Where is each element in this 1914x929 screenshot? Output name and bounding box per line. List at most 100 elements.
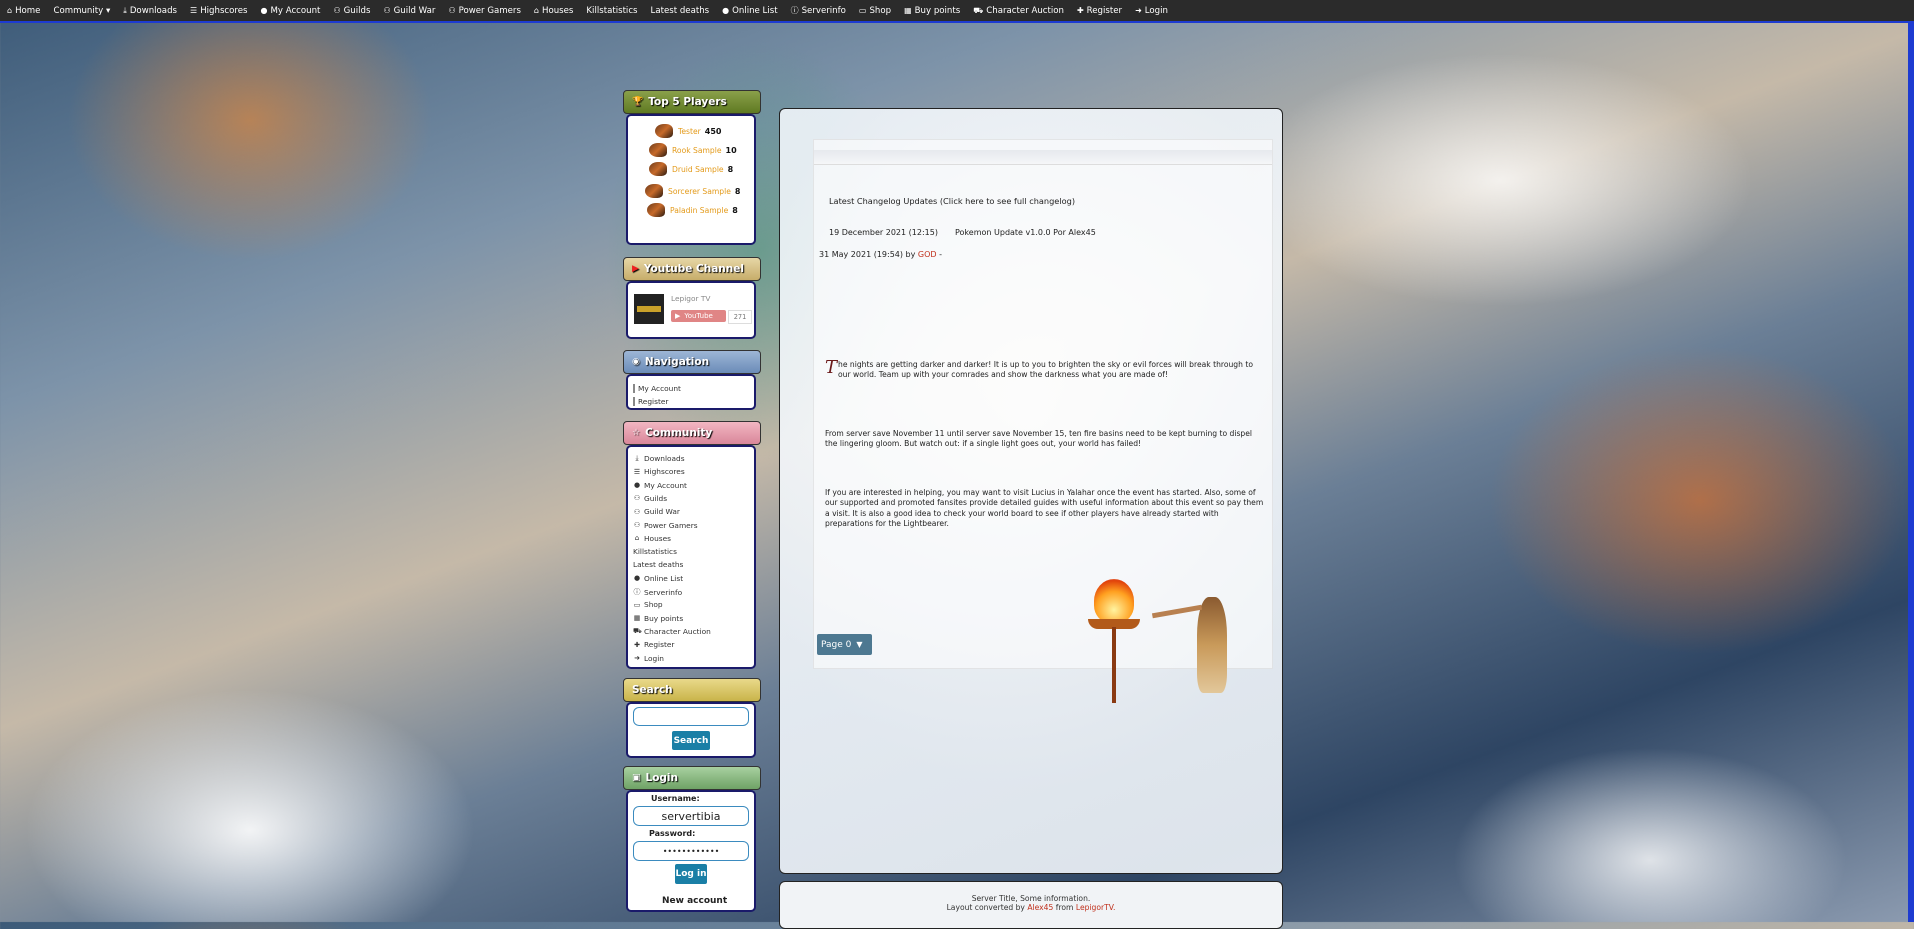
community-item-icon: ⚇ <box>633 494 641 503</box>
subscriber-count: 271 <box>728 310 752 324</box>
player-outfit-icon <box>647 203 665 217</box>
topnav-my-account[interactable]: ● My Account <box>261 6 321 16</box>
login-box-icon: ▣ <box>632 773 641 783</box>
community-link-register[interactable]: ✚ Register <box>633 640 674 649</box>
community-link-killstatistics[interactable]: Killstatistics <box>633 547 677 556</box>
topnav-highscores[interactable]: ☰ Highscores <box>190 6 248 16</box>
login-button[interactable]: Log in <box>675 864 707 884</box>
topnav-online-list[interactable]: ● Online List <box>722 6 777 16</box>
player-score: 10 <box>725 145 737 155</box>
player-name-link[interactable]: Tester <box>678 127 701 136</box>
community-item-icon: ▭ <box>633 600 641 609</box>
password-label: Password: <box>649 829 696 838</box>
search-input[interactable] <box>633 707 749 726</box>
topnav-houses[interactable]: ⌂ Houses <box>534 6 574 16</box>
play-icon: ▶ <box>675 312 681 320</box>
community-item-icon: ● <box>633 574 641 583</box>
nav-link-register[interactable]: Register <box>633 397 668 406</box>
users-icon: ⚇ <box>333 6 341 15</box>
changelog-link[interactable]: Latest Changelog Updates (Click here to … <box>829 196 1075 206</box>
player-outfit-icon <box>649 143 667 157</box>
footer-site-link[interactable]: LepigorTV. <box>1076 903 1116 912</box>
community-item-icon: ⚇ <box>633 507 641 516</box>
search-header: Search <box>623 678 761 702</box>
news-header-bar <box>814 150 1272 165</box>
user-icon: ● <box>260 6 268 15</box>
community-link-downloads[interactable]: ⤓ Downloads <box>633 454 684 463</box>
community-link-power-gamers[interactable]: ⚇ Power Gamers <box>633 521 698 530</box>
list-icon: ☰ <box>190 6 198 15</box>
topnav-latest-deaths[interactable]: Latest deaths <box>651 6 710 16</box>
community-link-buy-points[interactable]: ▦ Buy points <box>633 614 684 623</box>
flame-icon <box>1094 579 1134 623</box>
login-header: ▣ Login <box>623 766 761 790</box>
new-account-link[interactable]: New account <box>662 896 727 906</box>
youtube-subscribe-button[interactable]: ▶ YouTube <box>671 310 726 322</box>
top-player-row: Rook Sample 10 <box>649 143 737 157</box>
community-link-online-list[interactable]: ● Online List <box>633 574 683 583</box>
page-select[interactable]: Page 0 ▼ <box>817 634 872 655</box>
youtube-icon: ▶ <box>632 264 639 274</box>
community-link-guilds[interactable]: ⚇ Guilds <box>633 494 667 503</box>
community-header: ☆ Community <box>623 421 761 445</box>
community-link-shop[interactable]: ▭ Shop <box>633 600 663 609</box>
community-link-latest-deaths[interactable]: Latest deaths <box>633 560 683 569</box>
search-button[interactable]: Search <box>672 731 710 750</box>
top-player-row: Druid Sample 8 <box>649 162 733 176</box>
channel-name[interactable]: Lepigor TV <box>671 294 710 303</box>
player-score: 450 <box>704 126 722 136</box>
youtube-box: Lepigor TV ▶ YouTube 271 <box>626 281 756 339</box>
main-content-panel: Latest Changelog Updates (Click here to … <box>779 108 1283 874</box>
community-link-my-account[interactable]: ● My Account <box>633 481 687 490</box>
community-link-login[interactable]: ➜ Login <box>633 654 664 663</box>
news-paragraph-3: If you are interested in helping, you ma… <box>825 488 1264 528</box>
player-name-link[interactable]: Paladin Sample <box>670 206 728 215</box>
topnav-guild-war[interactable]: ⚇ Guild War <box>383 6 435 16</box>
navigation-header: ◉ Navigation <box>623 350 761 374</box>
author-link[interactable]: GOD <box>918 250 937 259</box>
topnav-login[interactable]: ➜ Login <box>1135 6 1168 16</box>
community-link-highscores[interactable]: ☰ Highscores <box>633 467 685 476</box>
trophy-icon: 🏆 <box>632 97 644 107</box>
info-icon: ⓘ <box>790 6 799 15</box>
topnav-power-gamers[interactable]: ⚇ Power Gamers <box>448 6 520 16</box>
community-link-houses[interactable]: ⌂ Houses <box>633 534 671 543</box>
chevron-down-icon: ▼ <box>856 640 863 649</box>
topnav-shop[interactable]: ▭ Shop <box>859 6 891 16</box>
home-icon: ⌂ <box>7 6 13 15</box>
users-icon: ⚇ <box>448 6 456 15</box>
topnav-home[interactable]: ⌂ Home <box>7 6 40 16</box>
community-link-character-auction[interactable]: ⛟ Character Auction <box>633 627 711 636</box>
navigation-box: My Account Register <box>626 374 756 410</box>
player-score: 8 <box>727 164 734 174</box>
topnav-character-auction[interactable]: ⛟ Character Auction <box>973 6 1064 16</box>
topnav-serverinfo[interactable]: ⓘ Serverinfo <box>791 5 846 16</box>
password-input[interactable] <box>633 841 749 861</box>
player-name-link[interactable]: Druid Sample <box>672 165 724 174</box>
topnav-register[interactable]: ✚ Register <box>1077 6 1122 16</box>
topnav-downloads[interactable]: ⤓ Downloads <box>123 6 177 16</box>
circle-icon: ● <box>722 6 730 15</box>
footer-line-1: Server Title, Some information. <box>971 894 1091 903</box>
footer-line-2: Layout converted by Alex45 from LepigorT… <box>946 903 1116 912</box>
community-item-icon: ⛟ <box>633 626 642 635</box>
download-icon: ⤓ <box>123 5 127 15</box>
topnav-killstatistics[interactable]: Killstatistics <box>586 6 637 16</box>
player-name-link[interactable]: Sorcerer Sample <box>668 187 731 196</box>
player-outfit-icon <box>649 162 667 176</box>
community-item-icon: ▦ <box>633 614 641 623</box>
nav-link-my-account[interactable]: My Account <box>633 384 681 393</box>
community-link-guild-war[interactable]: ⚇ Guild War <box>633 507 680 516</box>
player-name-link[interactable]: Rook Sample <box>672 146 722 155</box>
community-link-serverinfo[interactable]: ⓘ Serverinfo <box>633 587 683 597</box>
footer-author-link[interactable]: Alex45 <box>1027 903 1053 912</box>
changelog-entry[interactable]: Pokemon Update v1.0.0 Por Alex45 <box>955 228 1096 237</box>
top-player-row: Tester 450 <box>655 124 721 138</box>
topnav-buy-points[interactable]: ▦ Buy points <box>904 6 960 16</box>
youtube-header: ▶ Youtube Channel <box>623 257 761 281</box>
username-input[interactable] <box>633 806 749 826</box>
topnav-guilds[interactable]: ⚇ Guilds <box>333 6 370 16</box>
changelog-date: 19 December 2021 (12:15) <box>829 228 938 237</box>
community-icon: ☆ <box>632 428 641 438</box>
topnav-community[interactable]: Community ▾ <box>53 6 110 16</box>
